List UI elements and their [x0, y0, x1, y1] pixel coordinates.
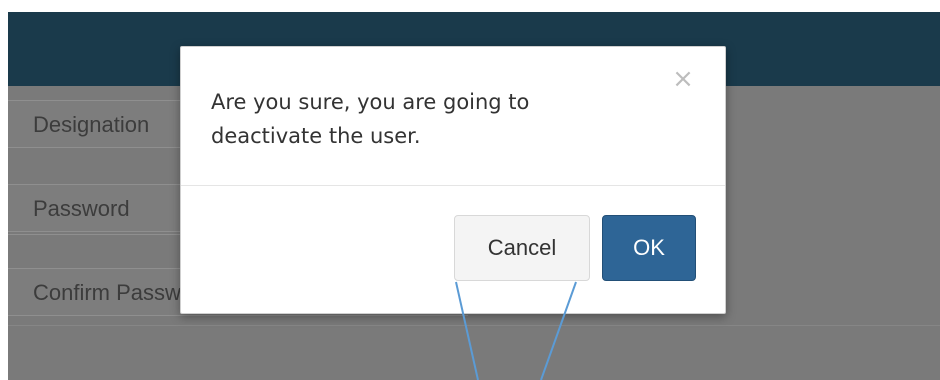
screen: Designation Password Confirm Password Ar…	[0, 0, 940, 380]
dialog-message: Are you sure, you are going to deactivat…	[211, 90, 530, 148]
confirm-dialog: Are you sure, you are going to deactivat…	[180, 46, 726, 314]
row-divider	[8, 325, 940, 326]
designation-label: Designation	[33, 112, 150, 137]
password-label: Password	[33, 196, 130, 221]
cancel-button[interactable]: Cancel	[454, 215, 590, 281]
dialog-header: Are you sure, you are going to deactivat…	[181, 47, 725, 186]
ok-button[interactable]: OK	[602, 215, 696, 281]
close-icon[interactable]: ×	[669, 65, 697, 93]
